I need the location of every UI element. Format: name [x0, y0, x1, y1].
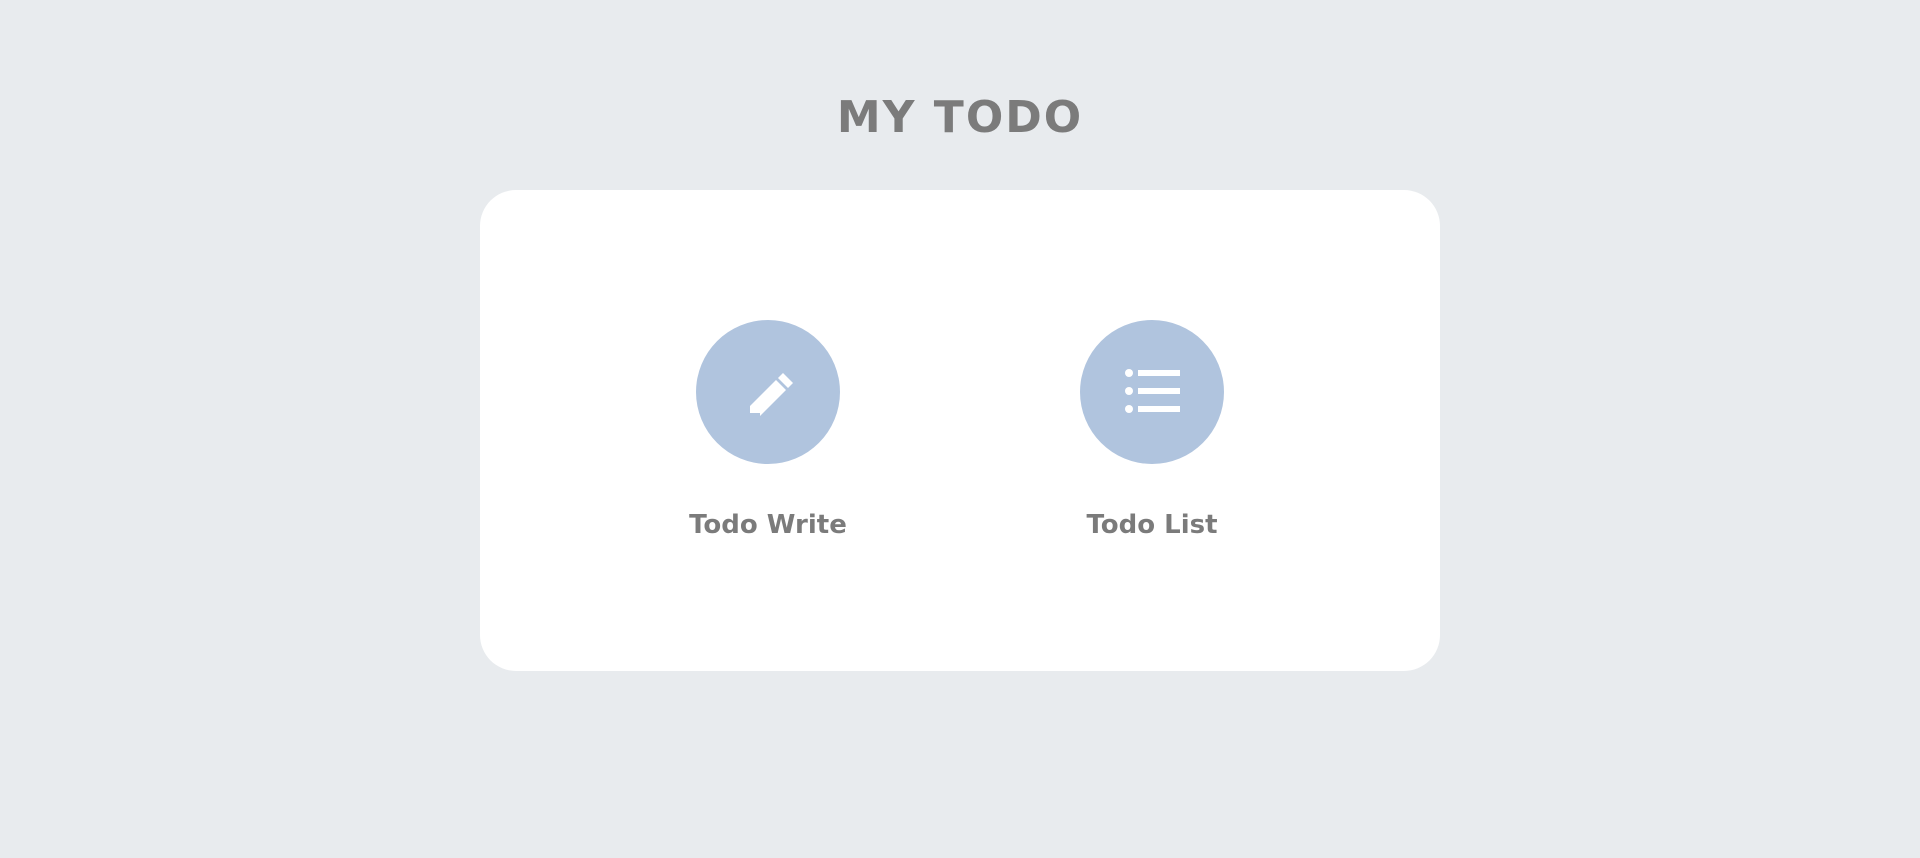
todo-list-button[interactable]: Todo List [1052, 320, 1252, 540]
todo-write-label[interactable]: Todo Write [689, 510, 847, 540]
list-icon [1125, 369, 1180, 413]
todo-list-icon-circle[interactable] [1080, 320, 1224, 464]
todo-list-label[interactable]: Todo List [1086, 510, 1217, 540]
menu-card: Todo Write Todo List [480, 190, 1440, 671]
todo-write-icon-circle[interactable] [696, 320, 840, 464]
page-title: MY TODO [836, 92, 1084, 143]
pencil-icon [750, 373, 793, 416]
todo-write-button[interactable]: Todo Write [668, 320, 868, 540]
